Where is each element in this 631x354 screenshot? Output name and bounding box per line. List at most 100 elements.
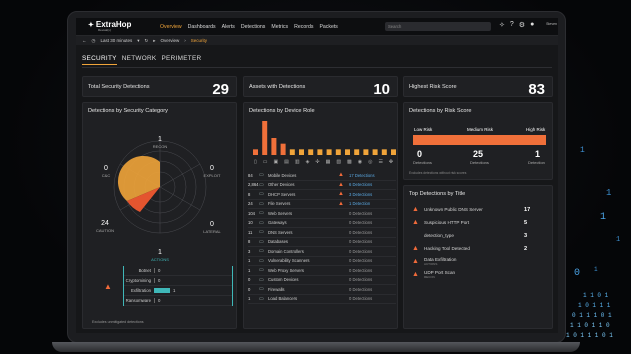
top-detection-row[interactable]: ▲ Hacking Tool Detected 2	[412, 242, 552, 255]
help-icon[interactable]: ?	[510, 21, 514, 29]
tab-perimeter[interactable]: PERIMETER	[161, 55, 201, 65]
nav-alerts[interactable]: Alerts	[222, 24, 235, 30]
device-role-name[interactable]: Custom Devices	[268, 277, 338, 282]
device-detections[interactable]: 0 Detections	[349, 230, 372, 235]
device-row[interactable]: 84 ▭ Mobile Devices ▲ 17 Detections	[248, 171, 396, 181]
device-detections[interactable]: 6 Detections	[349, 182, 372, 187]
device-detections[interactable]: 17 Detections	[349, 173, 375, 178]
top-detection-row[interactable]: ▲ Unknown Public DNS Server 17	[412, 203, 552, 216]
nav-detections[interactable]: Detections	[241, 24, 266, 30]
device-role-name[interactable]: DNS Servers	[268, 230, 338, 235]
device-role-bar[interactable]	[280, 143, 286, 155]
device-role-bar[interactable]	[345, 149, 350, 155]
device-role-bar[interactable]	[326, 149, 332, 155]
highest-risk-card[interactable]: Highest Risk Score 83	[403, 76, 553, 98]
extrahop-logo[interactable]: ✦ ExtraHop Reveal(x)	[88, 21, 146, 32]
device-detections[interactable]: 3 Detections	[349, 192, 372, 197]
device-role-bar[interactable]	[317, 149, 323, 155]
device-role-name[interactable]: Domain Controllers	[268, 249, 338, 254]
nav-records[interactable]: Records	[294, 24, 313, 30]
time-selector[interactable]: Last 30 minutes	[100, 38, 132, 43]
device-role-bar[interactable]	[262, 121, 268, 155]
tab-security[interactable]: SECURITY	[82, 55, 117, 65]
detection-title: Unknown Public DNS Server	[424, 207, 483, 212]
device-role-bar[interactable]	[308, 149, 314, 155]
device-detections[interactable]: 0 Detections	[349, 258, 372, 263]
device-row[interactable]: 24 ▭ File Servers ▲ 1 Detection	[248, 200, 396, 209]
tab-network[interactable]: NETWORK	[122, 55, 157, 65]
row-exfiltration[interactable]: Exfiltration 1	[124, 286, 232, 296]
device-detections[interactable]: 1 Detection	[349, 201, 370, 206]
risk-score-bar[interactable]	[413, 135, 546, 145]
device-role-bar[interactable]	[253, 149, 258, 155]
device-role-name[interactable]: Vulnerability Scanners	[268, 258, 338, 263]
nav-metrics[interactable]: Metrics	[271, 24, 288, 30]
device-row[interactable]: 8 ▭ Databases 0 Detections	[248, 238, 396, 247]
device-row[interactable]: 11 ▭ DNS Servers 0 Detections	[248, 228, 396, 238]
warning-icon: ▲	[338, 172, 344, 179]
device-role-name[interactable]: DHCP Servers	[268, 192, 338, 197]
device-detections[interactable]: 0 Detections	[349, 239, 372, 244]
device-role-name[interactable]: Gateways	[268, 220, 338, 225]
top-detection-row[interactable]: ▲ Data Exfiltration ACTIONS	[412, 255, 552, 268]
chevron-down-icon[interactable]: ▾	[137, 38, 139, 44]
device-row[interactable]: 0 ▭ Custom Devices 0 Detections	[248, 276, 396, 285]
device-role-bar[interactable]	[271, 138, 277, 155]
breadcrumb-root[interactable]: Overview	[161, 38, 180, 43]
top-detection-row[interactable]: detection_type 3	[412, 229, 552, 242]
user-icon[interactable]: ●	[530, 21, 534, 29]
device-role-bar[interactable]	[363, 149, 369, 155]
device-role-name[interactable]: Firewalls	[268, 287, 338, 292]
refresh-icon[interactable]: ↻	[144, 38, 148, 44]
device-role-name[interactable]: Web Servers	[268, 211, 338, 216]
back-arrow-icon[interactable]: ←	[82, 38, 87, 43]
gear-icon[interactable]: ⚙	[519, 21, 525, 29]
nav-overview[interactable]: Overview	[160, 24, 182, 30]
device-role-bar[interactable]	[299, 149, 304, 155]
device-detections[interactable]: 0 Detections	[349, 268, 372, 273]
device-role-bar[interactable]	[335, 149, 341, 155]
device-row[interactable]: 0 ▭ Firewalls 0 Detections	[248, 285, 396, 295]
device-row[interactable]: 1 ▭ Vulnerability Scanners 0 Detections	[248, 257, 396, 266]
device-detections[interactable]: 0 Detections	[349, 211, 372, 216]
device-role-bar[interactable]	[372, 149, 378, 155]
device-role-name[interactable]: Mobile Devices	[268, 173, 338, 178]
total-detections-card[interactable]: Total Security Detections 29	[82, 76, 237, 98]
row-botnet[interactable]: Botnet 0	[124, 266, 232, 276]
device-row[interactable]: 8 ▭ DHCP Servers ▲ 3 Detections	[248, 190, 396, 200]
device-count: 11	[248, 229, 253, 235]
device-role-name[interactable]: File Servers	[268, 201, 338, 206]
assistant-icon[interactable]: ✧	[499, 21, 505, 29]
user-name[interactable]: Steven	[539, 22, 557, 26]
device-detections[interactable]: 0 Detections	[349, 249, 372, 254]
device-detections[interactable]: 0 Detections	[349, 287, 372, 292]
device-count: 1	[248, 296, 251, 302]
device-row[interactable]: 2,864 ▭ Other Devices ▲ 6 Detections	[248, 181, 396, 190]
device-row[interactable]: 1 ▭ Load Balancers 0 Detections	[248, 295, 396, 304]
search-input[interactable]: Search	[385, 22, 491, 31]
device-row[interactable]: 3 ▭ Domain Controllers 0 Detections	[248, 247, 396, 257]
device-role-bar[interactable]	[354, 149, 360, 155]
row-cryptomining[interactable]: Cryptomining 0	[124, 276, 232, 286]
assets-card[interactable]: Assets with Detections 10	[243, 76, 398, 98]
device-role-bar[interactable]	[289, 149, 295, 155]
nav-packets[interactable]: Packets	[319, 24, 337, 30]
device-role-bar[interactable]	[381, 149, 387, 155]
device-type-icon: ▭	[259, 191, 264, 198]
top-detection-row[interactable]: ▲ Suspicious HTTP Port 5	[412, 216, 552, 229]
device-role-name[interactable]: Load Balancers	[268, 296, 338, 301]
device-role-name[interactable]: Other Devices	[268, 182, 338, 187]
device-role-name[interactable]: Databases	[268, 239, 338, 244]
device-detections[interactable]: 0 Detections	[349, 277, 372, 282]
top-detection-row[interactable]: ▲ UDP Port Scan RECON	[412, 268, 552, 281]
device-row[interactable]: 10 ▭ Gateways 0 Detections	[248, 219, 396, 228]
device-detections[interactable]: 0 Detections	[349, 296, 372, 301]
device-row[interactable]: 1 ▭ Web Proxy Servers 0 Detections	[248, 266, 396, 276]
device-row[interactable]: 104 ▭ Web Servers 0 Detections	[248, 209, 396, 219]
warning-icon: ▲	[104, 282, 112, 291]
device-role-bar[interactable]	[391, 149, 396, 155]
device-detections[interactable]: 0 Detections	[349, 220, 372, 225]
row-ransomware[interactable]: Ransomware 0	[124, 296, 232, 306]
device-role-name[interactable]: Web Proxy Servers	[268, 268, 338, 273]
nav-dashboards[interactable]: Dashboards	[188, 24, 216, 30]
